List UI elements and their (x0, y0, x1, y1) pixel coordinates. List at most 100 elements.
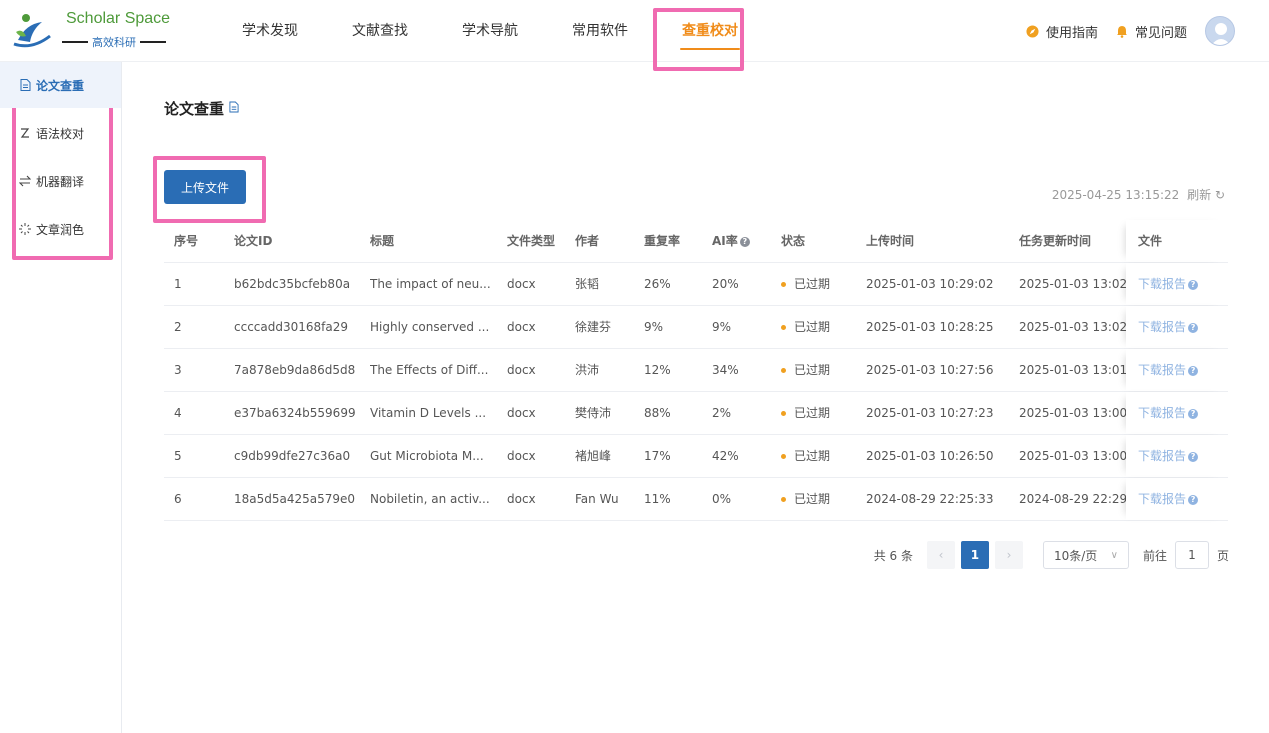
row-status: 已过期 (781, 392, 830, 434)
download-report-label: 下载报告 (1138, 277, 1187, 291)
status-dot-icon (781, 325, 786, 330)
page-size-select[interactable]: 10条/页 ∨ (1042, 541, 1129, 569)
help-icon[interactable]: ? (1188, 494, 1199, 505)
brand-logo[interactable]: Scholar Space 高效科研 (12, 8, 182, 54)
table-row: 2 ccccadd30168fa29 Highly conserved ... doc… (164, 306, 1228, 349)
chevron-down-icon: ∨ (1110, 549, 1118, 561)
row-file-type: docx (507, 320, 536, 334)
nav-common-software[interactable]: 常用软件 (552, 0, 648, 62)
row-author: 洪沛 (575, 363, 600, 377)
help-icon[interactable]: ? (1188, 279, 1199, 290)
prev-page-button[interactable]: ‹ (926, 541, 955, 569)
row-title: Vitamin D Levels ... (370, 406, 487, 420)
refresh-button[interactable]: 刷新 ↻ (1187, 188, 1225, 202)
guide-link[interactable]: 使用指南 (1026, 22, 1098, 41)
row-status: 已过期 (781, 435, 830, 477)
download-report-label: 下载报告 (1138, 320, 1187, 334)
sparkle-icon (18, 223, 32, 235)
table-row: 4 e37ba6324b559699 Vitamin D Levels ... doc… (164, 392, 1228, 435)
sidebar-item-translate[interactable]: 机器翻译 (0, 158, 121, 204)
col-status: 状态 (781, 234, 806, 248)
next-page-button[interactable]: › (994, 541, 1023, 569)
row-upload-time: 2024-08-29 22:25:33 (866, 492, 994, 506)
upload-file-button[interactable]: 上传文件 (164, 170, 246, 204)
sidebar: 论文查重 语法校对 机器翻译 文章润色 (0, 62, 122, 733)
help-icon[interactable]: ? (739, 236, 750, 247)
row-status: 已过期 (781, 263, 830, 305)
file-column-fixed: 下载报告? (1126, 478, 1228, 520)
goto-label: 前往 (1142, 548, 1167, 563)
row-file-type: docx (507, 492, 536, 506)
help-icon[interactable]: ? (1188, 365, 1199, 376)
total-count: 共 6 条 (873, 548, 913, 563)
row-upload-time: 2025-01-03 10:27:56 (866, 363, 994, 377)
download-report-link[interactable]: 下载报告? (1138, 263, 1199, 305)
col-author: 作者 (575, 234, 600, 248)
row-index: 6 (174, 492, 182, 506)
status-badge: 已过期 (794, 449, 831, 463)
brand-subtitle: 高效科研 (58, 34, 170, 50)
row-status: 已过期 (781, 478, 830, 520)
sidebar-item-plagiarism[interactable]: 论文查重 (0, 62, 121, 108)
nav-academic-navigation[interactable]: 学术导航 (442, 0, 538, 62)
sidebar-item-polish[interactable]: 文章润色 (0, 206, 121, 252)
chevron-right-icon: › (1006, 548, 1012, 562)
faq-link[interactable]: 常见问题 (1116, 22, 1187, 41)
row-index: 3 (174, 363, 182, 377)
row-dup-rate: 26% (644, 277, 671, 291)
refresh-bar: 2025-04-25 13:15:22 刷新 ↻ (1052, 186, 1225, 203)
row-index: 5 (174, 449, 182, 463)
row-update-time: 2025-01-03 13:02:5 (1019, 277, 1126, 291)
grammar-icon (18, 127, 32, 139)
row-dup-rate: 11% (644, 492, 671, 506)
row-title: Nobiletin, an activ... (370, 492, 490, 506)
row-title: The Effects of Diff... (370, 363, 489, 377)
row-paper-id: 18a5d5a425a579e0 (234, 492, 356, 506)
help-icon[interactable]: ? (1188, 451, 1199, 462)
download-report-link[interactable]: 下载报告? (1138, 435, 1199, 477)
row-author: 张韬 (575, 277, 600, 291)
status-badge: 已过期 (794, 363, 831, 377)
refresh-icon: ↻ (1214, 188, 1225, 202)
col-update-time: 任务更新时间 (1019, 234, 1092, 248)
sidebar-item-grammar[interactable]: 语法校对 (0, 110, 121, 156)
row-update-time: 2024-08-29 22:29:3 (1019, 492, 1126, 506)
nav-academic-discovery[interactable]: 学术发现 (222, 0, 318, 62)
faq-link-label: 常见问题 (1134, 25, 1187, 41)
table-row: 5 c9db99dfe27c36a0 Gut Microbiota M... docx… (164, 435, 1228, 478)
nav-plagiarism-check[interactable]: 查重校对 (662, 0, 758, 62)
help-icon[interactable]: ? (1188, 322, 1199, 333)
sidebar-item-label: 语法校对 (36, 126, 85, 141)
download-report-link[interactable]: 下载报告? (1138, 349, 1199, 391)
row-title: The impact of neu... (370, 277, 491, 291)
col-file: 文件 (1138, 234, 1163, 248)
download-report-link[interactable]: 下载报告? (1138, 306, 1199, 348)
status-dot-icon (781, 411, 786, 416)
row-author: 徐建芬 (575, 320, 612, 334)
help-icon[interactable]: ? (1188, 408, 1199, 419)
row-author: 褚旭峰 (575, 449, 612, 463)
row-paper-id: 7a878eb9da86d5d8 (234, 363, 356, 377)
col-dup-rate: 重复率 (644, 234, 681, 248)
sidebar-item-label: 论文查重 (36, 78, 85, 93)
row-status: 已过期 (781, 349, 830, 391)
row-upload-time: 2025-01-03 10:27:23 (866, 406, 994, 420)
compass-icon (1026, 24, 1039, 38)
avatar[interactable] (1205, 16, 1235, 46)
row-upload-time: 2025-01-03 10:28:25 (866, 320, 994, 334)
download-report-link[interactable]: 下载报告? (1138, 478, 1199, 520)
row-ai-rate: 20% (712, 277, 739, 291)
goto-page-input[interactable] (1174, 541, 1209, 569)
nav-literature-search[interactable]: 文献查找 (332, 0, 428, 62)
top-header: Scholar Space 高效科研 学术发现 文献查找 学术导航 常用软件 查… (0, 0, 1269, 62)
row-index: 1 (174, 277, 182, 291)
row-ai-rate: 9% (712, 320, 732, 334)
row-title: Gut Microbiota M... (370, 449, 484, 463)
table-row: 6 18a5d5a425a579e0 Nobiletin, an activ... d… (164, 478, 1228, 521)
row-ai-rate: 0% (712, 492, 732, 506)
row-upload-time: 2025-01-03 10:29:02 (866, 277, 994, 291)
page-title: 论文查重 (164, 98, 239, 119)
page-number-current[interactable]: 1 (960, 541, 989, 569)
row-ai-rate: 42% (712, 449, 739, 463)
download-report-link[interactable]: 下载报告? (1138, 392, 1199, 434)
